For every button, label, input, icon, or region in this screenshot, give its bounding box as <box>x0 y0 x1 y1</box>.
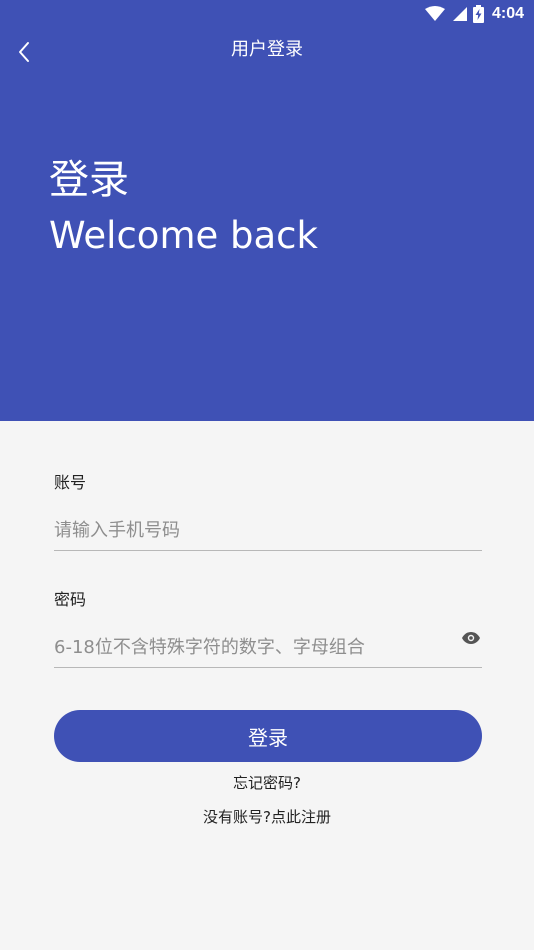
status-time: 4:04 <box>491 5 524 22</box>
password-input[interactable] <box>54 627 482 668</box>
cellular-signal-icon <box>452 7 467 21</box>
wifi-icon <box>424 6 445 21</box>
battery-charging-icon <box>472 5 484 23</box>
eye-icon <box>462 632 480 644</box>
hero-subtitle: Welcome back <box>49 214 318 257</box>
header-banner: 4:04 用户登录 登录 Welcome back <box>0 0 534 421</box>
hero-title: 登录 <box>49 157 129 203</box>
account-input[interactable] <box>54 510 482 551</box>
status-bar: 4:04 <box>424 0 524 28</box>
password-label: 密码 <box>54 590 87 609</box>
account-label: 账号 <box>54 473 87 492</box>
register-link[interactable]: 没有账号?点此注册 <box>0 806 534 828</box>
app-bar-title: 用户登录 <box>231 39 303 60</box>
forgot-password-link[interactable]: 忘记密码? <box>0 772 534 794</box>
password-visibility-toggle[interactable] <box>460 629 482 647</box>
login-button[interactable]: 登录 <box>54 710 482 762</box>
